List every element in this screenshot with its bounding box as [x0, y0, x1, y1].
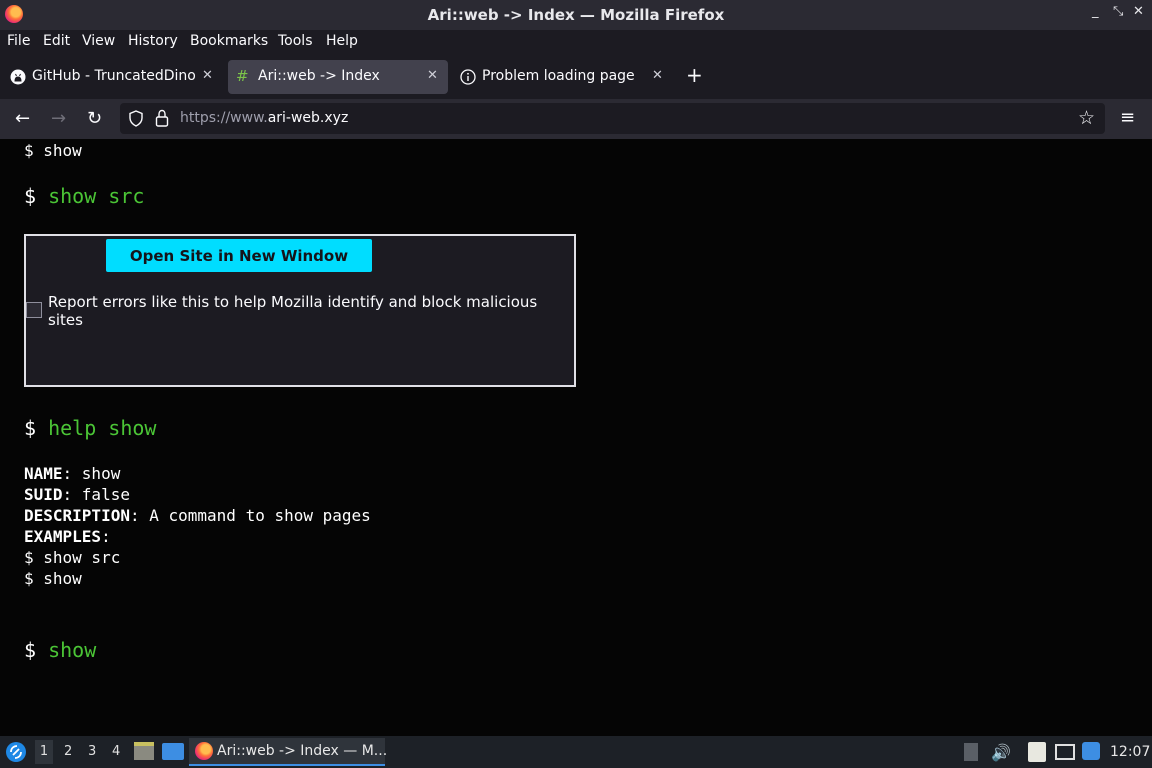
- hamburger-menu-icon[interactable]: ≡: [1120, 107, 1135, 128]
- command-text: show src: [48, 184, 145, 208]
- tab-ari-web[interactable]: # Ari::web -> Index ✕: [228, 60, 448, 94]
- page-content: $ show $ show src Open Site in New Windo…: [0, 139, 1152, 736]
- menu-view[interactable]: View: [82, 33, 115, 49]
- hash-icon: #: [236, 67, 249, 85]
- help-examples-line: EXAMPLES:: [24, 527, 111, 546]
- terminal-line: $ show: [24, 141, 82, 160]
- maximize-icon[interactable]: ⤡: [1113, 4, 1123, 19]
- menu-bookmarks[interactable]: Bookmarks: [190, 33, 268, 49]
- show-desktop-icon[interactable]: [162, 743, 184, 760]
- tab-label: GitHub - TruncatedDinos: [32, 68, 196, 84]
- menu-history[interactable]: History: [128, 33, 178, 49]
- tray-up-icon[interactable]: [964, 743, 978, 761]
- tab-close-icon[interactable]: ✕: [427, 68, 438, 83]
- tab-label: Ari::web -> Index: [258, 68, 380, 84]
- command-text: show: [48, 638, 97, 662]
- menu-tools[interactable]: Tools: [278, 33, 313, 49]
- tab-problem-loading[interactable]: Problem loading page ✕: [452, 60, 674, 94]
- workspace-3[interactable]: 3: [88, 744, 96, 759]
- help-name-line: NAME: show: [24, 464, 121, 483]
- tab-bar: GitHub - TruncatedDinos ✕ # Ari::web -> …: [0, 56, 1152, 99]
- network-icon[interactable]: [1055, 744, 1075, 760]
- taskbar: 1 2 3 4 Ari::web -> Index — M... 🔊 12:07: [0, 736, 1152, 768]
- workspace-2[interactable]: 2: [64, 744, 72, 759]
- url-bar[interactable]: https://www.ari-web.xyz ☆: [120, 103, 1105, 134]
- clipboard-icon[interactable]: [1028, 742, 1046, 762]
- minimize-icon[interactable]: _: [1092, 4, 1099, 19]
- terminal-command-line: $ show src: [24, 184, 145, 208]
- new-tab-icon[interactable]: +: [686, 63, 703, 87]
- menu-help[interactable]: Help: [326, 33, 358, 49]
- taskbar-firefox-window[interactable]: Ari::web -> Index — M...: [189, 738, 388, 766]
- back-arrow-icon[interactable]: ←: [15, 108, 30, 129]
- terminal-command-line: $ show: [24, 638, 97, 662]
- help-example-2: $ show: [24, 569, 82, 588]
- clock: 12:07: [1110, 744, 1151, 760]
- lock-icon[interactable]: [155, 109, 169, 127]
- info-icon: [460, 69, 476, 85]
- tab-label: Problem loading page: [482, 68, 635, 84]
- volume-icon[interactable]: 🔊: [991, 743, 1011, 762]
- report-errors-label: Report errors like this to help Mozilla …: [48, 293, 538, 329]
- forward-arrow-icon[interactable]: →: [51, 108, 66, 129]
- reload-icon[interactable]: ↻: [87, 108, 102, 129]
- menu-file[interactable]: File: [7, 33, 30, 49]
- help-description-line: DESCRIPTION: A command to show pages: [24, 506, 371, 525]
- file-manager-icon[interactable]: [134, 742, 154, 760]
- window-title: Ari::web -> Index — Mozilla Firefox: [427, 6, 725, 24]
- tab-github[interactable]: GitHub - TruncatedDinos ✕: [2, 60, 224, 94]
- github-icon: [10, 69, 26, 85]
- menu-edit[interactable]: Edit: [43, 33, 70, 49]
- window-titlebar: Ari::web -> Index — Mozilla Firefox _ ⤡ …: [0, 0, 1152, 30]
- taskbar-window-label: Ari::web -> Index — M...: [217, 743, 388, 759]
- report-errors-checkbox[interactable]: [26, 302, 42, 318]
- start-menu-icon[interactable]: [5, 741, 27, 763]
- url-text: https://www.ari-web.xyz: [180, 110, 349, 126]
- command-text: help show: [48, 416, 157, 440]
- tab-close-icon[interactable]: ✕: [652, 68, 663, 83]
- menu-bar: File Edit View History Bookmarks Tools H…: [0, 30, 1152, 56]
- help-example-1: $ show src: [24, 548, 121, 567]
- firefox-icon: [195, 742, 213, 760]
- terminal-command-line: $ help show: [24, 416, 157, 440]
- workspace-4[interactable]: 4: [112, 744, 120, 759]
- embedded-error-frame: Open Site in New Window Report errors li…: [24, 234, 576, 387]
- close-window-icon[interactable]: ✕: [1133, 4, 1144, 19]
- notification-icon[interactable]: [1082, 742, 1100, 760]
- tab-close-icon[interactable]: ✕: [202, 68, 213, 83]
- workspace-1[interactable]: 1: [35, 740, 53, 764]
- bookmark-star-icon[interactable]: ☆: [1078, 107, 1095, 129]
- help-suid-line: SUID: false: [24, 485, 130, 504]
- open-site-new-window-button[interactable]: Open Site in New Window: [106, 239, 372, 272]
- shield-icon[interactable]: [128, 110, 144, 127]
- navigation-bar: ← → ↻ https://www.ari-web.xyz ☆ ≡: [0, 99, 1152, 139]
